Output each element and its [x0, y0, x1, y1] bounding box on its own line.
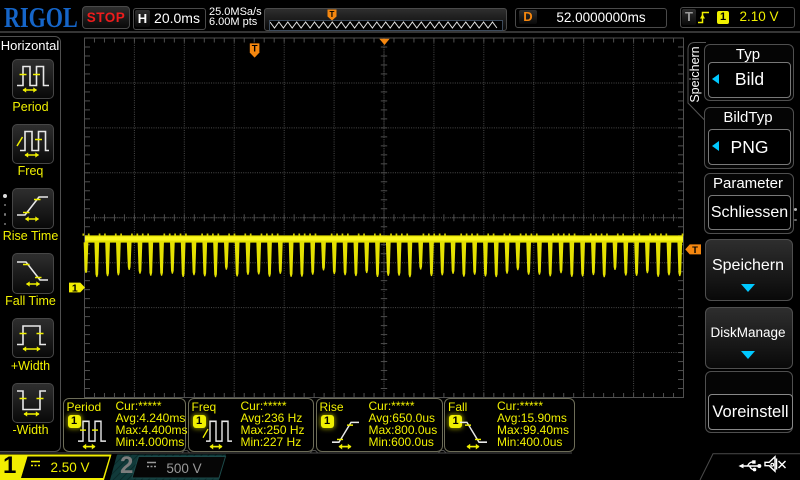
svg-text:T: T [252, 44, 258, 55]
svg-text:T: T [330, 10, 335, 19]
svg-text:1: 1 [72, 282, 78, 294]
svg-text:T: T [692, 245, 698, 256]
